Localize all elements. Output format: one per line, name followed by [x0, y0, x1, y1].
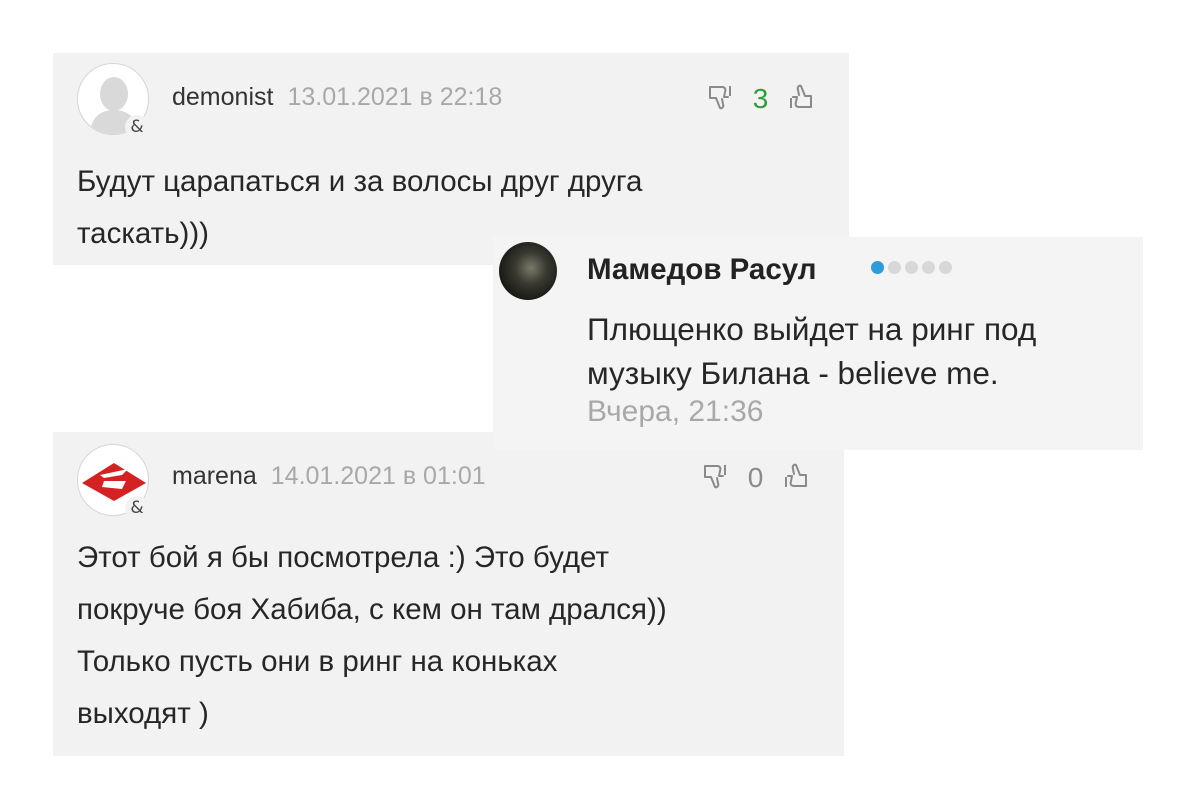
thumbs-down-icon [704, 465, 726, 489]
avatar[interactable]: & [77, 444, 149, 520]
vote-widget: 3 [707, 83, 814, 115]
comment-line: Будут царапаться и за волосы друг друга [77, 165, 643, 198]
like-button[interactable] [780, 83, 814, 114]
reply-time: Вчера, 21:36 [587, 395, 764, 428]
comment-date: 14.01.2021 в 01:01 [270, 462, 486, 490]
comment-meta: marena 14.01.2021 в 01:01 [172, 462, 486, 491]
vote-widget: 0 [702, 462, 809, 494]
comment-text: Этот бой я бы посмотрела :) Это будет по… [77, 532, 667, 740]
rating-dot [939, 261, 952, 274]
reply-line: Плющенко выйдет на ринг под [587, 311, 1037, 347]
username[interactable]: demonist [172, 83, 273, 111]
comment-meta: demonist 13.01.2021 в 22:18 [172, 83, 502, 112]
rating-dot-active [871, 261, 884, 274]
thumbs-up-icon [785, 463, 808, 487]
comment-line: Только пусть они в ринг на коньках [77, 645, 558, 678]
avatar-badge: & [125, 115, 149, 139]
username[interactable]: marena [172, 462, 257, 490]
thumbs-up-icon [790, 84, 813, 108]
reply-author[interactable]: Мамедов Расул [587, 253, 817, 287]
comment-line: выходят ) [77, 697, 209, 730]
reply-line: музыку Билана - believe me. [587, 355, 999, 391]
thumbs-down-icon [709, 86, 731, 110]
like-button[interactable] [775, 462, 809, 493]
comment-card: & marena 14.01.2021 в 01:01 0 Этот бой я … [53, 432, 844, 756]
avatar-badge: & [125, 496, 149, 520]
comment-line: покруче боя Хабиба, с кем он там дрался)… [77, 593, 667, 626]
avatar[interactable]: & [77, 63, 149, 139]
rating-dot [888, 261, 901, 274]
rating-dot [905, 261, 918, 274]
reply-text: Плющенко выйдет на ринг под музыку Билан… [587, 307, 1036, 395]
comment-line: Этот бой я бы посмотрела :) Это будет [77, 541, 609, 574]
comment-date: 13.01.2021 в 22:18 [287, 83, 503, 111]
avatar[interactable] [499, 242, 557, 300]
vote-count: 3 [752, 83, 769, 114]
comment-card: & demonist 13.01.2021 в 22:18 3 Будут цар… [53, 53, 849, 265]
rating-dots [871, 261, 956, 279]
dislike-button[interactable] [707, 83, 741, 114]
rating-dot [922, 261, 935, 274]
reply-card: Мамедов Расул Плющенко выйдет на ринг по… [493, 237, 1143, 450]
dislike-button[interactable] [702, 462, 736, 493]
vote-count: 0 [747, 462, 764, 493]
